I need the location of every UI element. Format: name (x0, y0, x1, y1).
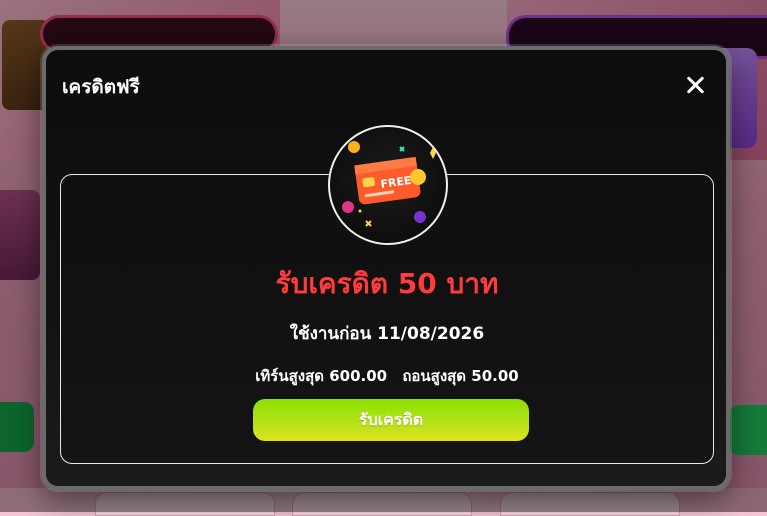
free-credit-badge: FREE (328, 125, 448, 245)
close-icon[interactable] (682, 72, 708, 98)
expiry-date: ใช้งานก่อน 11/08/2026 (289, 324, 485, 344)
credit-limits: เทิร์นสูงสุด 600.00 ถอนสูงสุด 50.00 (60, 364, 714, 388)
free-credit-modal: เครดิตฟรี FREE รับเครดิต 50 บาท ใช้งานก่… (42, 46, 730, 490)
turnover-limit: เทิร์นสูงสุด 600.00 (255, 367, 388, 385)
claim-credit-button[interactable]: รับเครดิต (253, 399, 529, 441)
modal-title: เครดิตฟรี (62, 76, 140, 98)
free-credit-card-icon: FREE (342, 141, 436, 227)
credit-headline: รับเครดิต 50 บาท (275, 267, 499, 300)
withdraw-limit: ถอนสูงสุด 50.00 (402, 367, 519, 385)
